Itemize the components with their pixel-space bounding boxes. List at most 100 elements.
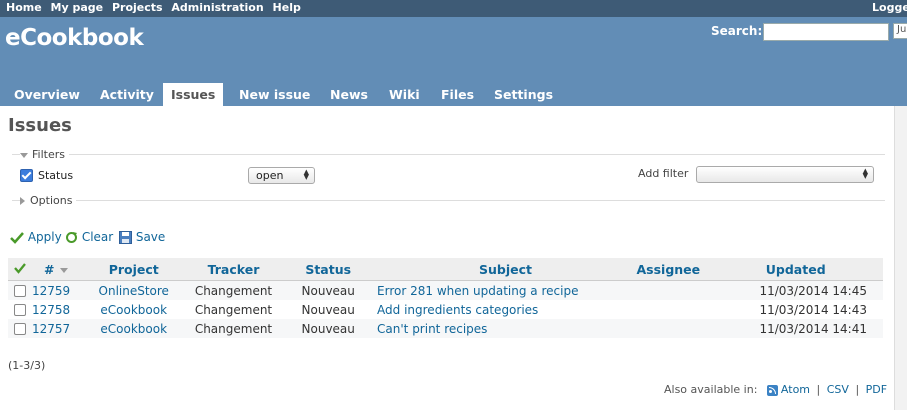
save-label: Save bbox=[135, 230, 166, 244]
jump-to-project-select[interactable]: Ju bbox=[893, 23, 907, 39]
search-input[interactable] bbox=[763, 23, 889, 41]
table-row[interactable]: 12757 eCookbook Changement Nouveau Can't… bbox=[8, 319, 883, 338]
add-filter-select[interactable]: ▲ ▼ bbox=[696, 166, 874, 183]
filters-legend-label: Filters bbox=[32, 148, 65, 161]
table-row[interactable]: 12758 eCookbook Changement Nouveau Add i… bbox=[8, 300, 883, 319]
tab-issues[interactable]: Issues bbox=[163, 83, 224, 106]
row-checkbox[interactable] bbox=[14, 285, 26, 297]
header: eCookbook Search: Ju Overview Activity I… bbox=[0, 17, 907, 106]
issue-project[interactable]: eCookbook bbox=[83, 319, 184, 338]
issue-updated: 11/03/2014 14:45 bbox=[708, 280, 883, 300]
options-legend-label: Options bbox=[30, 194, 73, 207]
issue-status: Nouveau bbox=[283, 300, 374, 319]
issue-id[interactable]: 12758 bbox=[32, 300, 84, 319]
checkmark-icon bbox=[14, 262, 26, 274]
tab-settings[interactable]: Settings bbox=[486, 83, 561, 106]
status-operator-value: open bbox=[256, 169, 284, 182]
column-header-tracker[interactable]: Tracker bbox=[183, 258, 284, 281]
tab-overview[interactable]: Overview bbox=[6, 83, 88, 106]
issue-assignee bbox=[636, 280, 709, 300]
csv-link[interactable]: CSV bbox=[827, 383, 849, 396]
top-menu-my-page[interactable]: My page bbox=[51, 1, 104, 14]
status-operator-select[interactable]: open ▲ ▼ bbox=[248, 167, 315, 184]
issue-id[interactable]: 12757 bbox=[32, 319, 84, 338]
pagination-info: (1-3/3) bbox=[8, 359, 46, 372]
issue-status: Nouveau bbox=[283, 319, 374, 338]
apply-button[interactable]: Apply bbox=[10, 230, 62, 244]
table-row[interactable]: 12759 OnlineStore Changement Nouveau Err… bbox=[8, 280, 883, 300]
subject-link[interactable]: Error 281 when updating a recipe bbox=[377, 284, 578, 298]
filters-legend[interactable]: Filters bbox=[20, 148, 69, 161]
issue-tracker: Changement bbox=[183, 280, 284, 300]
column-header-subject[interactable]: Subject bbox=[373, 258, 637, 281]
tab-new-issue[interactable]: New issue bbox=[231, 83, 318, 106]
project-title[interactable]: eCookbook bbox=[5, 25, 144, 51]
project-link[interactable]: OnlineStore bbox=[99, 284, 169, 298]
issue-assignee bbox=[636, 300, 709, 319]
top-menu-projects[interactable]: Projects bbox=[112, 1, 163, 14]
expand-triangle-icon bbox=[20, 197, 25, 205]
content: Issues Filters Status open ▲ ▼ Add filter… bbox=[0, 106, 894, 410]
subject-link[interactable]: Add ingredients categories bbox=[377, 303, 538, 317]
issue-tracker: Changement bbox=[183, 319, 284, 338]
top-menu: Home My page Projects Administration Hel… bbox=[0, 0, 907, 17]
issue-tracker: Changement bbox=[183, 300, 284, 319]
table-header-row: # Project Tracker Status Subject Assigne… bbox=[8, 258, 883, 281]
options-legend[interactable]: Options bbox=[20, 194, 77, 207]
tab-news[interactable]: News bbox=[322, 83, 376, 106]
issue-id-link[interactable]: 12758 bbox=[32, 303, 70, 317]
column-header-id[interactable]: # bbox=[32, 258, 84, 281]
tab-activity[interactable]: Activity bbox=[92, 83, 162, 106]
save-button[interactable]: Save bbox=[119, 230, 165, 244]
column-header-status[interactable]: Status bbox=[283, 258, 374, 281]
column-header-updated[interactable]: Updated bbox=[708, 258, 883, 281]
issue-assignee bbox=[636, 319, 709, 338]
clear-label: Clear bbox=[81, 230, 114, 244]
issue-id-link[interactable]: 12757 bbox=[32, 322, 70, 336]
issue-subject[interactable]: Can't print recipes bbox=[373, 319, 637, 338]
pdf-link[interactable]: PDF bbox=[866, 383, 887, 396]
select-arrows-icon: ▲ ▼ bbox=[303, 168, 309, 181]
atom-link[interactable]: Atom bbox=[781, 383, 810, 396]
row-checkbox-cell bbox=[8, 319, 32, 338]
separator: | bbox=[816, 383, 821, 396]
page-scrollbar[interactable] bbox=[894, 106, 907, 410]
column-header-assignee[interactable]: Assignee bbox=[636, 258, 709, 281]
row-checkbox[interactable] bbox=[14, 304, 26, 316]
other-formats: Also available in: Atom | CSV | PDF bbox=[664, 383, 887, 396]
status-filter-label: Status bbox=[38, 169, 74, 182]
sort-desc-icon bbox=[60, 267, 69, 273]
collapse-triangle-icon bbox=[20, 152, 28, 158]
issue-project[interactable]: eCookbook bbox=[83, 300, 184, 319]
issues-table: # Project Tracker Status Subject Assigne… bbox=[8, 258, 883, 338]
top-menu-home[interactable]: Home bbox=[6, 1, 42, 14]
tab-files[interactable]: Files bbox=[433, 83, 482, 106]
select-arrows-icon: ▲ ▼ bbox=[862, 167, 868, 180]
issue-id[interactable]: 12759 bbox=[32, 280, 84, 300]
toggle-all-header[interactable] bbox=[8, 258, 32, 281]
top-menu-help[interactable]: Help bbox=[273, 1, 301, 14]
add-filter-label: Add filter bbox=[638, 167, 689, 180]
issue-subject[interactable]: Add ingredients categories bbox=[373, 300, 637, 319]
subject-link[interactable]: Can't print recipes bbox=[377, 322, 487, 336]
save-icon bbox=[119, 231, 132, 244]
top-menu-administration[interactable]: Administration bbox=[171, 1, 263, 14]
issue-subject[interactable]: Error 281 when updating a recipe bbox=[373, 280, 637, 300]
row-checkbox[interactable] bbox=[14, 323, 26, 335]
issue-project[interactable]: OnlineStore bbox=[83, 280, 184, 300]
column-header-project[interactable]: Project bbox=[83, 258, 184, 281]
project-link[interactable]: eCookbook bbox=[100, 303, 167, 317]
issue-status: Nouveau bbox=[283, 280, 374, 300]
issue-updated: 11/03/2014 14:43 bbox=[708, 300, 883, 319]
tab-wiki[interactable]: Wiki bbox=[381, 83, 428, 106]
main-menu: Overview Activity Issues New issue News … bbox=[0, 83, 907, 106]
project-link[interactable]: eCookbook bbox=[100, 322, 167, 336]
issue-id-link[interactable]: 12759 bbox=[32, 284, 70, 298]
separator: | bbox=[855, 383, 860, 396]
checkmark-icon bbox=[10, 231, 24, 244]
clear-button[interactable]: Clear bbox=[65, 230, 113, 244]
options-fieldset-border bbox=[12, 200, 885, 201]
row-checkbox-cell bbox=[8, 280, 32, 300]
issue-updated: 11/03/2014 14:41 bbox=[708, 319, 883, 338]
status-filter-checkbox[interactable] bbox=[20, 169, 33, 182]
